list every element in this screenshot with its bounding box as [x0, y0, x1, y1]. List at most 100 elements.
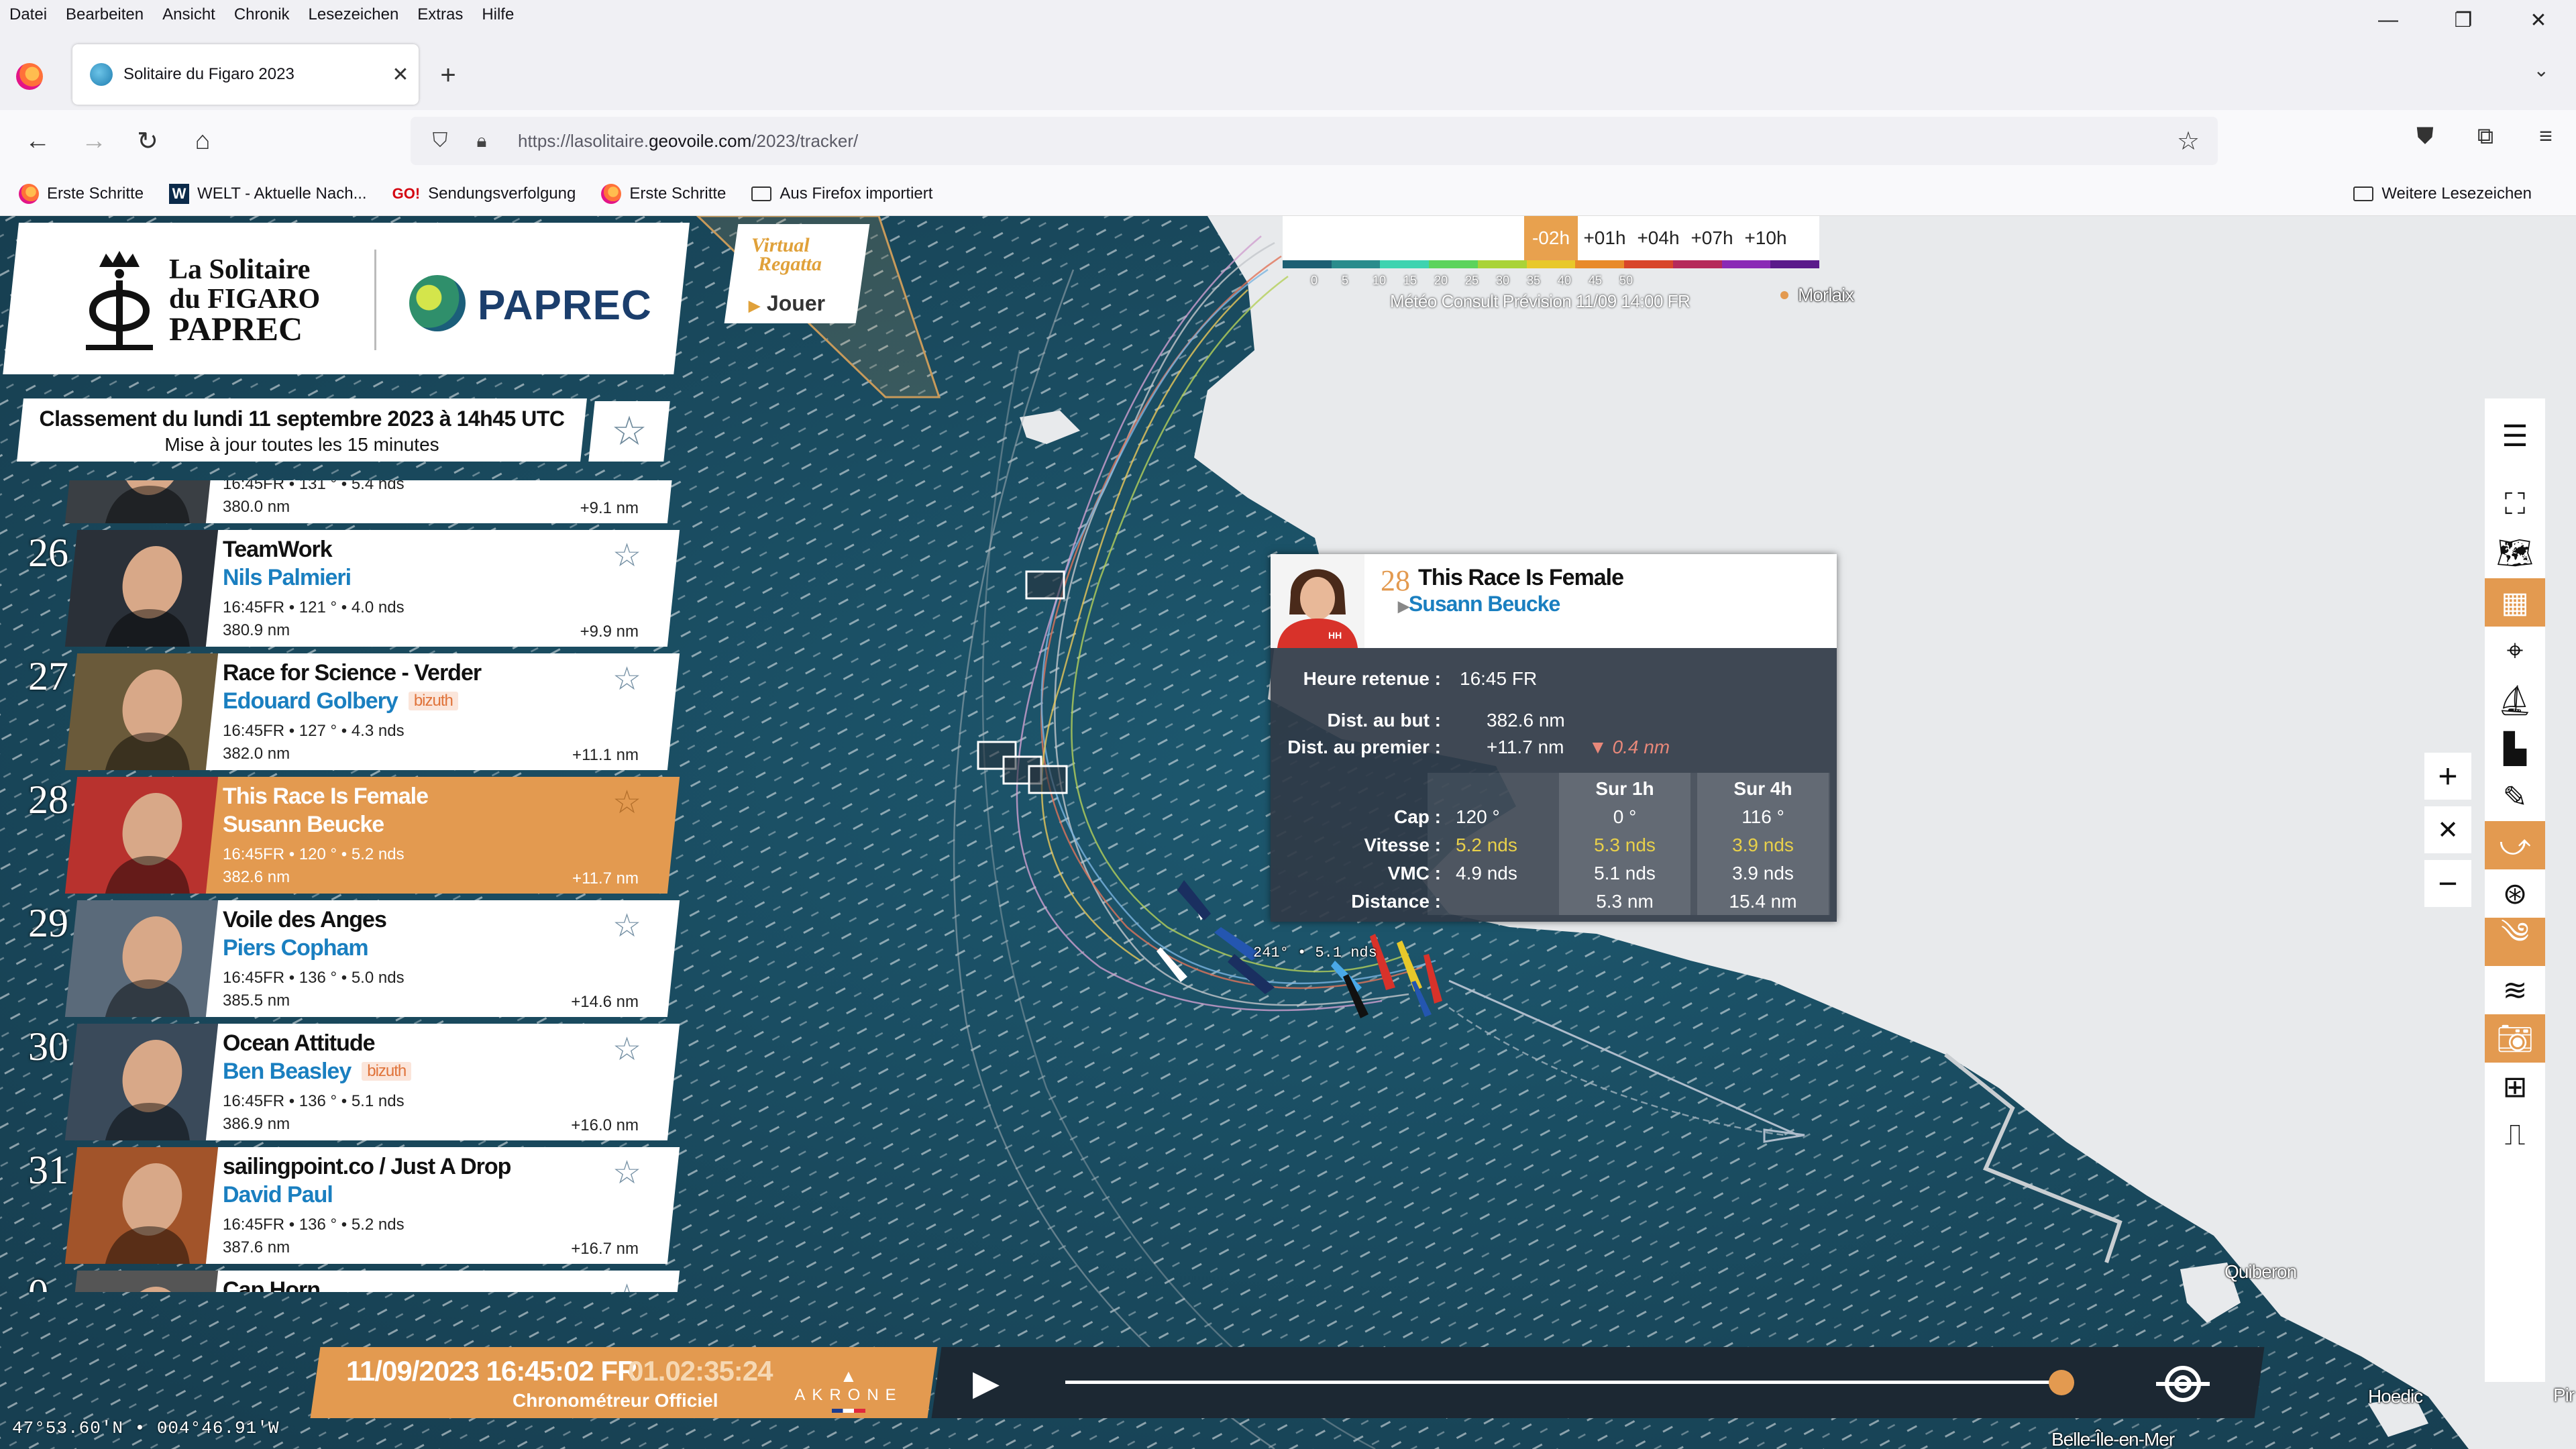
menu-icon[interactable]: ☰ [2485, 412, 2545, 460]
url-path: /2023/tracker/ [751, 130, 859, 151]
time-option[interactable]: +04h [1631, 216, 1685, 260]
bookmark-label: WELT - Aktuelle Nach... [197, 184, 367, 203]
time-option[interactable]: -02h [1524, 216, 1578, 260]
home-icon[interactable]: ⌂ [185, 123, 220, 158]
wind-icon[interactable]: ༄ [2485, 917, 2545, 966]
grid-icon[interactable]: ⊞ [2485, 1063, 2545, 1111]
ranking-icon[interactable]: ▦ [2485, 578, 2545, 627]
ranking-list[interactable]: 16:45FR • 131 ° • 5.4 nds 380.0 nm +9.1 nm… [19, 480, 690, 1292]
menu-bearbeiten[interactable]: Bearbeiten [66, 5, 144, 24]
time-option[interactable]: +10h [1739, 216, 1792, 260]
timeline-handle[interactable] [2049, 1370, 2074, 1395]
play-icon[interactable]: ▶ [973, 1363, 1000, 1403]
wind-scale-ticks: 0 5 10 15 20 25 30 35 40 45 50 [1283, 274, 1819, 290]
ranking-row[interactable]: 0 Cap Horn ☆ [19, 1269, 690, 1292]
menu-ansicht[interactable]: Ansicht [162, 5, 215, 24]
skipper-name[interactable]: Ben Beasley bizuth [223, 1059, 412, 1085]
maximize-icon[interactable]: ❐ [2426, 0, 2501, 40]
svg-text:HH: HH [1328, 630, 1342, 641]
ruler-pen-icon[interactable]: ✎ [2485, 773, 2545, 821]
favorite-star-icon[interactable]: ☆ [612, 784, 641, 821]
zoom-out-icon[interactable]: − [2424, 860, 2471, 907]
tracks-icon[interactable]: ⤻ [2485, 821, 2545, 869]
zoom-in-icon[interactable]: + [2424, 753, 2471, 800]
url-bar[interactable]: ⛉ 🔒︎ https://lasolitaire.geovoile.com/20… [411, 117, 2218, 165]
tracker-map[interactable]: -02h +01h +04h +07h +10h 0 5 10 15 20 25 30 35 4… [0, 216, 2576, 1449]
bizuth-badge: bizuth [362, 1062, 412, 1081]
url-text[interactable]: https://lasolitaire.geovoile.com/2023/tr… [518, 131, 2168, 152]
camera-icon[interactable]: 📷︎ [2485, 1014, 2545, 1063]
lock-icon[interactable]: 🔒︎ [468, 127, 495, 154]
bookmarks-more[interactable]: Weitere Lesezeichen [2353, 172, 2532, 216]
time-option[interactable]: +01h [1578, 216, 1631, 260]
ranking-row[interactable]: 29 Voile des Anges Piers Copham 16:45FR • 1… [19, 899, 690, 1017]
skipper-name[interactable]: Nils Palmieri [223, 565, 352, 591]
menu-datei[interactable]: Datei [9, 5, 47, 24]
timeline-track[interactable] [1065, 1381, 2072, 1384]
ranking-row[interactable]: 28 This Race Is Female Susann Beucke 16:45F… [19, 775, 690, 894]
ranking-row[interactable]: 26 TeamWork Nils Palmieri 16:45FR • 121 ° •… [19, 529, 690, 647]
skipper-name-text: Susann Beucke [223, 812, 384, 837]
popup-dist-but-label: Dist. au but : [1327, 710, 1441, 731]
tab-close-icon[interactable]: ✕ [382, 63, 419, 87]
forecast-source: Météo Consult Prévision 11/09 14:00 FR [1390, 291, 1690, 311]
race-logo[interactable]: La Solitaire du FIGARO PAPREC PAPREC [19, 223, 690, 374]
virtual-regatta-button[interactable]: Virtual Regatta Jouer [731, 224, 863, 323]
favorite-star-icon[interactable]: ☆ [612, 907, 641, 945]
close-popup-icon[interactable]: ✕ [2424, 806, 2471, 853]
favorite-star-icon[interactable]: ☆ [612, 1154, 641, 1191]
popup-skipper-link[interactable]: Susann Beucke [1398, 592, 1560, 616]
target-icon[interactable]: ⌖ [2485, 627, 2545, 675]
map-icon[interactable]: 🗺︎ [2485, 529, 2545, 577]
tab-active[interactable]: Solitaire du Figaro 2023 ✕ [72, 44, 419, 105]
skipper-name[interactable]: David Paul [223, 1182, 333, 1208]
extensions-icon[interactable]: ⧉ [2455, 123, 2516, 150]
stats-icon[interactable]: ▙ [2485, 724, 2545, 773]
fullscreen-icon[interactable]: ⛶ [2485, 480, 2545, 529]
minimize-icon[interactable]: — [2351, 0, 2426, 40]
forward-icon[interactable]: → [76, 123, 111, 158]
menu-chronik[interactable]: Chronik [234, 5, 290, 24]
bookmark-star-icon[interactable]: ☆ [2168, 126, 2208, 156]
bookmark-item[interactable]: Erste Schritte [19, 183, 144, 204]
ranking-row[interactable]: 16:45FR • 131 ° • 5.4 nds 380.0 nm +9.1 nm… [19, 480, 690, 523]
shield-icon[interactable]: ⛉ [427, 127, 453, 154]
skipper-photo [64, 1271, 229, 1292]
skipper-name[interactable]: Piers Copham [223, 935, 369, 961]
tab-list-chevron-icon[interactable]: ⌄ [2534, 59, 2549, 81]
new-tab-icon[interactable]: + [429, 56, 467, 94]
ranking-row[interactable]: 31 sailingpoint.co / Just A Drop David Pau… [19, 1146, 690, 1264]
firefox-icon[interactable] [16, 63, 43, 90]
favorites-star-icon[interactable]: ☆ [592, 401, 667, 462]
reload-icon[interactable]: ↻ [130, 123, 165, 158]
favorite-star-icon[interactable]: ☆ [612, 537, 641, 574]
bookmark-item[interactable]: Erste Schritte [601, 183, 726, 204]
legend-tick: 15 [1403, 274, 1417, 287]
app-menu-icon[interactable]: ≡ [2516, 123, 2576, 150]
popup-row-4h: 3.9 nds [1732, 835, 1794, 855]
waves-icon[interactable]: ≋ [2485, 966, 2545, 1014]
pocket-icon[interactable]: ⛊ [2395, 123, 2455, 150]
skipper-name[interactable]: Edouard Golbery bizuth [223, 688, 458, 714]
menu-hilfe[interactable]: Hilfe [482, 5, 514, 24]
bookmark-item[interactable]: W WELT - Aktuelle Nach... [169, 183, 367, 204]
time-option[interactable]: +07h [1685, 216, 1739, 260]
folder-icon [751, 186, 772, 201]
favorite-star-icon[interactable]: ☆ [612, 1277, 641, 1292]
menu-extras[interactable]: Extras [417, 5, 463, 24]
favorite-star-icon[interactable]: ☆ [612, 1030, 641, 1068]
skipper-name[interactable]: Susann Beucke [223, 812, 384, 838]
favorite-star-icon[interactable]: ☆ [612, 660, 641, 698]
bookmark-item[interactable]: GO! Sendungsverfolgung [392, 184, 576, 204]
scale-icon[interactable]: ⎍ [2485, 1111, 2545, 1159]
back-icon[interactable]: ← [20, 123, 55, 158]
close-window-icon[interactable]: ✕ [2501, 0, 2576, 40]
ranking-row[interactable]: 30 Ocean Attitude Ben Beasley bizuth 16:45FR… [19, 1022, 690, 1140]
legend-color-step [1624, 260, 1673, 268]
boats-icon[interactable]: ⛵︎ [2485, 676, 2545, 724]
bookmark-item[interactable]: Aus Firefox importiert [751, 184, 932, 203]
ranking-row[interactable]: 27 Race for Science - Verder Edouard Golbe… [19, 652, 690, 770]
menu-lesezeichen[interactable]: Lesezeichen [309, 5, 399, 24]
geovoile-logo-icon[interactable] [2149, 1360, 2216, 1407]
boat-name: sailingpoint.co / Just A Drop [223, 1154, 511, 1179]
